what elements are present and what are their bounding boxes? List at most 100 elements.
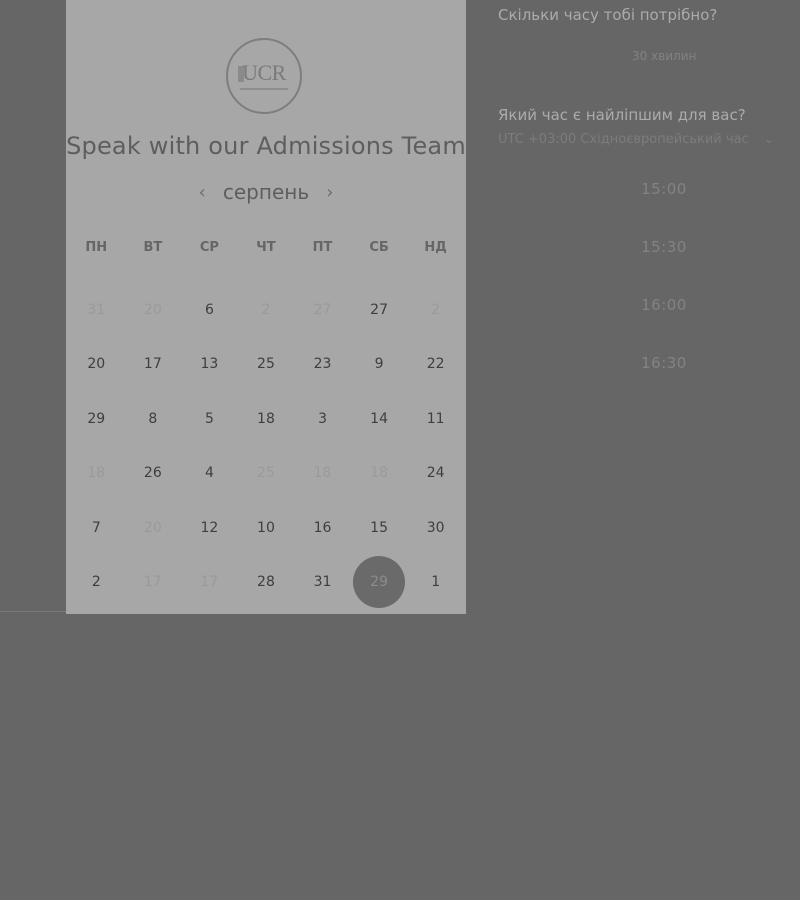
day-cell[interactable]: 31 — [294, 555, 351, 609]
calendar-day-grid: 31 20 6 2 27 27 2 20 17 13 25 23 9 22 29 8 5 18 3 14 11 18 26 4… — [68, 283, 464, 609]
month-navigation: ‹ серпень › — [66, 180, 466, 208]
day-number: 26 — [143, 465, 162, 482]
day-number: 25 — [257, 465, 275, 482]
day-cell: 20 — [125, 501, 182, 555]
month-label: серпень — [222, 180, 310, 204]
day-cell[interactable]: 18 — [238, 392, 295, 446]
day-number: 31 — [87, 302, 106, 318]
day-number: 27 — [313, 302, 332, 318]
day-cell[interactable]: 28 — [238, 555, 295, 609]
day-number: 27 — [370, 302, 388, 318]
day-cell[interactable]: 9 — [351, 337, 408, 391]
day-number: 4 — [204, 465, 214, 482]
day-number: 3 — [318, 410, 327, 427]
time-slot-button[interactable]: 15:30 — [498, 238, 800, 256]
day-cell: 18 — [68, 446, 125, 500]
day-number: 2 — [431, 302, 441, 318]
day-cell[interactable]: 11 — [407, 392, 464, 446]
day-number: 18 — [313, 465, 332, 482]
day-cell[interactable]: 26 — [125, 446, 182, 500]
day-number: 17 — [143, 573, 162, 590]
day-number: 25 — [257, 356, 275, 373]
time-slot-button[interactable]: 15:00 — [498, 180, 800, 198]
day-cell[interactable]: 29 — [68, 392, 125, 446]
day-cell[interactable]: 3 — [294, 392, 351, 446]
day-number: 16 — [313, 519, 332, 536]
duration-question: Скільки часу тобі потрібно? — [498, 6, 718, 24]
day-number: 15 — [370, 519, 388, 536]
logo-text: UCR — [242, 60, 286, 85]
day-cell[interactable]: 2 — [68, 555, 125, 609]
day-cell: 2 — [407, 283, 464, 337]
day-cell[interactable]: 1 — [407, 555, 464, 609]
day-cell[interactable]: 14 — [351, 392, 408, 446]
day-number: 28 — [257, 573, 275, 590]
day-cell[interactable]: 23 — [294, 337, 351, 391]
day-number: 8 — [148, 410, 158, 427]
day-cell[interactable]: 8 — [125, 392, 182, 446]
weekday-label: НД — [424, 240, 447, 255]
duration-option[interactable]: 30 хвилин — [632, 49, 696, 63]
day-cell[interactable]: 25 — [238, 337, 295, 391]
day-number: 20 — [143, 302, 162, 318]
day-number: 18 — [257, 410, 275, 427]
time-slot-button[interactable]: 16:30 — [498, 354, 800, 372]
day-cell: 27 — [294, 283, 351, 337]
day-cell: 25 — [238, 446, 295, 500]
day-number: 5 — [204, 410, 214, 427]
day-cell[interactable]: 7 — [68, 501, 125, 555]
day-cell[interactable]: 27 — [351, 283, 408, 337]
day-cell[interactable]: 24 — [407, 446, 464, 500]
day-cell[interactable]: 16 — [294, 501, 351, 555]
day-cell[interactable]: 20 — [68, 337, 125, 391]
prev-month-icon[interactable]: ‹ — [199, 182, 206, 203]
weekday-label: ВТ — [143, 240, 163, 255]
day-number: 20 — [87, 356, 106, 373]
day-cell[interactable]: 12 — [181, 501, 238, 555]
day-number: 12 — [200, 519, 219, 536]
day-number: 2 — [91, 573, 101, 590]
day-cell: 17 — [181, 555, 238, 609]
page-title: Speak with our Admissions Team — [66, 132, 466, 160]
weekday-label: СБ — [369, 240, 389, 255]
weekday-label: ПН — [85, 240, 108, 255]
left-divider — [0, 611, 66, 612]
day-number: 11 — [426, 410, 445, 427]
day-number: 9 — [374, 356, 384, 373]
day-number: 20 — [143, 519, 162, 536]
day-cell[interactable]: 5 — [181, 392, 238, 446]
day-cell[interactable]: 15 — [351, 501, 408, 555]
weekday-label: ЧТ — [256, 240, 276, 255]
day-number: 24 — [426, 465, 445, 482]
next-month-icon[interactable]: › — [326, 182, 333, 203]
timezone-select[interactable]: UTC +03:00 Східноєвропейський час — [498, 132, 778, 152]
day-cell[interactable]: 10 — [238, 501, 295, 555]
day-number: 14 — [370, 410, 388, 427]
ucr-logo: UCR — [226, 38, 302, 114]
day-number: 30 — [426, 519, 445, 536]
day-number: 18 — [87, 465, 106, 482]
weekday-label: СР — [199, 240, 219, 255]
day-cell: 18 — [294, 446, 351, 500]
day-number: 29 — [87, 410, 106, 427]
day-number: 13 — [200, 356, 219, 373]
chevron-down-icon[interactable]: ⌄ — [764, 132, 774, 146]
day-cell[interactable]: 30 — [407, 501, 464, 555]
day-number: 17 — [200, 573, 219, 590]
day-cell[interactable]: 4 — [181, 446, 238, 500]
day-number: 17 — [143, 356, 162, 373]
day-cell[interactable]: 17 — [125, 337, 182, 391]
time-question: Який час є найліпшим для вас? — [498, 106, 746, 124]
day-number: 2 — [261, 302, 271, 318]
day-cell[interactable]: 22 — [407, 337, 464, 391]
time-slot-button[interactable]: 16:00 — [498, 296, 800, 314]
day-number: 29 — [370, 573, 388, 590]
day-cell[interactable]: 13 — [181, 337, 238, 391]
weekday-label: ПТ — [312, 240, 333, 255]
day-number: 1 — [431, 573, 441, 590]
day-number: 18 — [370, 465, 388, 482]
day-cell[interactable]: 6 — [181, 283, 238, 337]
day-cell: 20 — [125, 283, 182, 337]
day-cell: 17 — [125, 555, 182, 609]
selected-day-cell[interactable]: 29 — [351, 555, 408, 609]
